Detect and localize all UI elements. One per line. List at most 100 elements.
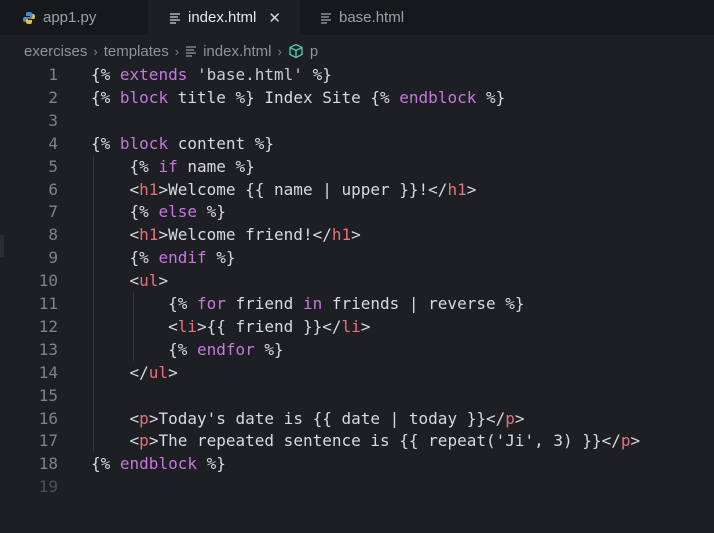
tab-app1-py[interactable]: app1.py [0,0,148,35]
code-token: {% [129,156,159,176]
breadcrumb-item-templates[interactable]: templates [104,43,169,60]
code-line: 2 {% block title %} Index Site {% endbloc… [0,86,714,109]
code-token: %} [312,65,332,84]
code-token: ul [148,362,169,382]
code-token: > [351,225,361,245]
line-number: 1 [48,65,58,84]
code-line: 17 <p>The repeated sentence is {{ repeat… [0,429,714,452]
code-line: 11 {% for friend in friends | reverse %} [0,292,714,315]
code-token: < [129,408,140,428]
code-token: in [302,294,323,313]
breadcrumb-item-index-html[interactable]: index.html [203,43,271,60]
line-number: 2 [48,87,58,107]
code-line: 14 </ul> [0,361,714,384]
code-token: > [630,431,641,451]
code-text: </ul> [91,361,178,384]
code-token: friend [225,294,303,313]
code-token: title [168,87,236,107]
tab-label: app1.py [43,9,97,26]
code-token: li [341,316,361,336]
editor-tab-bar: app1.py index.html ✕ base.html [0,0,714,35]
code-editor[interactable]: 1 {% extends 'base.html' %} 2 {% block titl… [0,63,714,533]
code-token: > [158,225,169,245]
indent-guide [93,154,94,453]
code-token: content [168,133,255,153]
code-text: {% endif %} [91,246,236,269]
code-token: < [129,179,140,199]
breadcrumb-item-exercises[interactable]: exercises [24,43,87,60]
line-number: 16 [38,408,58,428]
code-token: endblock [399,87,477,107]
code-text: {% block content %} [91,132,274,155]
code-text: {% extends 'base.html' %} [91,63,332,86]
code-token: Welcome friend! [168,225,313,245]
tab-base-html[interactable]: base.html [300,0,430,35]
code-token: </ [312,225,332,245]
line-number: 13 [38,339,58,359]
code-line: 18 {% endblock %} [0,452,714,475]
code-token: > [148,431,159,451]
code-token: p [139,408,149,428]
code-token: {% [91,87,120,107]
code-token: > [360,316,371,336]
tab-index-html[interactable]: index.html ✕ [148,0,300,35]
code-line: 15 [0,384,714,407]
code-line: 19 [0,475,714,498]
element-cube-icon [288,43,304,59]
code-text: {% endblock %} [91,452,226,475]
line-number: 18 [38,454,58,474]
lines-file-icon [169,12,181,24]
code-token: {% [91,133,120,153]
code-token: h1 [139,179,159,199]
code-line: 9 {% endif %} [0,246,714,269]
code-token: %} [235,87,255,107]
close-icon[interactable]: ✕ [268,9,281,27]
code-token: > [168,362,178,382]
code-token: < [168,316,178,336]
code-token: h1 [447,179,467,199]
chevron-right-icon: › [174,43,180,59]
tab-label: base.html [339,9,405,26]
code-token: h1 [331,225,352,245]
breadcrumb-item-p[interactable]: p [310,43,318,60]
code-token: </ [485,408,506,428]
code-line: 16 <p>Today's date is {{ date | today }}… [0,407,714,430]
code-token: The repeated sentence is {{ repeat('Ji',… [158,431,602,451]
code-token: > [466,179,477,199]
code-line: 5 {% if name %} [0,155,714,178]
indent-guide [133,292,134,361]
code-line: 4 {% block content %} [0,132,714,155]
code-line: 12 <li>{{ friend }}</li> [0,315,714,338]
code-token: %} [196,202,226,222]
breadcrumb: exercises › templates › index.html › p [0,38,714,64]
code-line: 13 {% endfor %} [0,338,714,361]
code-line: 6 <h1>Welcome {{ name | upper }}!</h1> [0,178,714,201]
code-text: {% else %} [91,200,226,223]
code-token: %} [206,248,236,268]
code-token: %} [235,156,255,176]
code-token: p [139,431,149,451]
lines-file-icon [185,45,197,57]
code-token: endfor [196,339,255,359]
code-token: block [119,133,169,153]
code-token: {% [91,65,120,84]
code-token: for [196,294,226,313]
code-text: <h1>Welcome friend!</h1> [91,223,361,246]
line-number: 12 [38,316,58,336]
line-number: 6 [48,179,58,199]
code-text: {% endfor %} [91,338,284,361]
code-token: Welcome {{ name | upper }}! [168,179,429,199]
code-token: </ [601,431,621,451]
code-token: endif [158,248,207,268]
code-token: > [158,271,169,291]
code-token: < [129,431,140,451]
code-text: {% block title %} Index Site {% endblock… [91,86,505,109]
code-token: endblock [119,454,197,474]
